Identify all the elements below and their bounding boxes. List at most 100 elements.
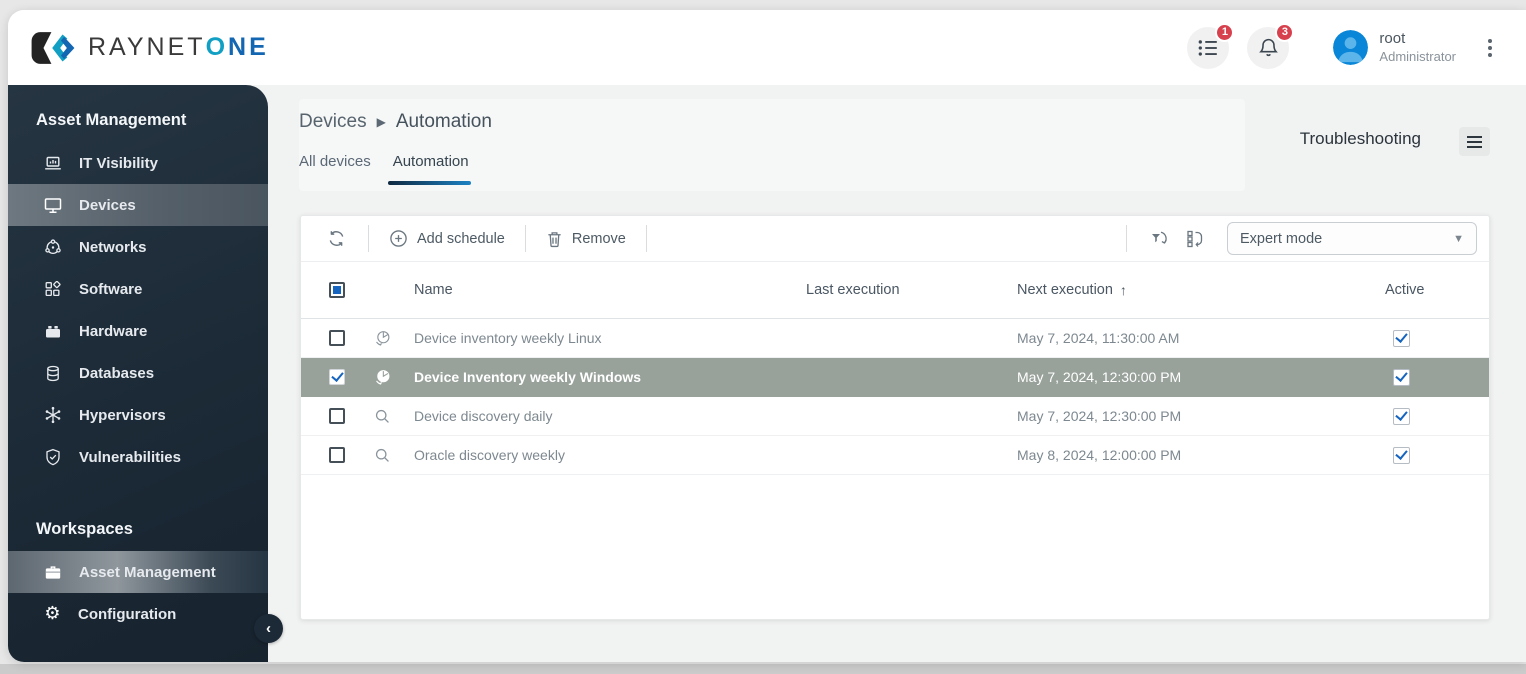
select-all-checkbox[interactable] bbox=[329, 282, 345, 298]
sidebar-item-it-visibility[interactable]: IT Visibility bbox=[8, 142, 268, 184]
chevron-left-icon: ‹ bbox=[266, 620, 271, 637]
toolbar-right: Expert mode ▼ bbox=[1112, 222, 1489, 255]
notification-count-badge: 3 bbox=[1275, 23, 1294, 42]
row-checkbox[interactable] bbox=[329, 369, 345, 385]
clear-grouping-button[interactable] bbox=[1177, 225, 1213, 253]
chevron-down-icon: ▼ bbox=[1453, 233, 1464, 245]
column-header-next-execution[interactable]: Next execution ↑ bbox=[1012, 282, 1380, 298]
notifications-button[interactable]: 3 bbox=[1247, 27, 1289, 69]
hamburger-icon bbox=[1467, 136, 1482, 138]
schedule-name: Device Inventory weekly Windows bbox=[403, 369, 801, 385]
row-checkbox[interactable] bbox=[329, 447, 345, 463]
network-icon bbox=[44, 239, 62, 256]
active-checkbox[interactable] bbox=[1393, 369, 1410, 386]
screen: RAYNETONE 1 3 bbox=[0, 0, 1526, 674]
column-header-active[interactable]: Active bbox=[1380, 282, 1489, 298]
plus-circle-icon bbox=[389, 229, 408, 248]
app-window: RAYNETONE 1 3 bbox=[8, 10, 1526, 662]
sidebar-item-configuration[interactable]: ⚙ Configuration bbox=[8, 593, 268, 635]
sidebar-item-hypervisors[interactable]: Hypervisors bbox=[8, 394, 268, 436]
tab-automation[interactable]: Automation bbox=[393, 153, 469, 182]
task-list-button[interactable]: 1 bbox=[1187, 27, 1229, 69]
clear-grouping-icon bbox=[1185, 229, 1205, 249]
user-menu[interactable]: root Administrator bbox=[1333, 30, 1456, 65]
sidebar-item-software[interactable]: Software bbox=[8, 268, 268, 310]
search-icon bbox=[374, 408, 391, 425]
table-row[interactable]: Device Inventory weekly Windows May 7, 2… bbox=[301, 358, 1489, 397]
software-icon bbox=[44, 281, 62, 298]
active-checkbox[interactable] bbox=[1393, 408, 1410, 425]
brand-name: RAYNETONE bbox=[88, 33, 269, 62]
row-checkbox[interactable] bbox=[329, 408, 345, 424]
sidebar-section-title: Asset Management bbox=[36, 111, 268, 130]
refresh-icon bbox=[327, 229, 346, 248]
remove-button[interactable]: Remove bbox=[540, 226, 632, 252]
table-header: Name Last execution Next execution ↑ Act… bbox=[301, 262, 1489, 319]
next-execution: May 8, 2024, 12:00:00 PM bbox=[1012, 447, 1380, 463]
active-checkbox[interactable] bbox=[1393, 330, 1410, 347]
schedule-name: Device inventory weekly Linux bbox=[403, 330, 801, 346]
sidebar-item-networks[interactable]: Networks bbox=[8, 226, 268, 268]
next-execution: May 7, 2024, 12:30:00 PM bbox=[1012, 369, 1380, 385]
sidebar-item-hardware[interactable]: Hardware bbox=[8, 310, 268, 352]
header-actions: 1 3 bbox=[1187, 27, 1498, 69]
bottom-edge-strip bbox=[0, 664, 1526, 674]
main-content: Devices ▶ Automation All devices Automat… bbox=[268, 85, 1526, 662]
sidebar-item-label: Software bbox=[79, 281, 142, 298]
breadcrumb-automation[interactable]: Automation bbox=[396, 111, 492, 133]
user-role: Administrator bbox=[1379, 49, 1456, 65]
sidebar-item-label: Asset Management bbox=[79, 564, 216, 581]
refresh-button[interactable] bbox=[319, 225, 354, 252]
sidebar-item-devices[interactable]: Devices bbox=[8, 184, 268, 226]
add-schedule-button[interactable]: Add schedule bbox=[383, 225, 511, 252]
overflow-menu-icon[interactable] bbox=[1482, 33, 1498, 63]
page-menu-button[interactable] bbox=[1459, 127, 1490, 156]
mode-select-value: Expert mode bbox=[1240, 231, 1322, 247]
column-header-last-execution[interactable]: Last execution bbox=[801, 282, 1012, 298]
sidebar-item-databases[interactable]: Databases bbox=[8, 352, 268, 394]
active-checkbox[interactable] bbox=[1393, 447, 1410, 464]
gear-icon: ⚙ bbox=[44, 605, 61, 623]
sidebar-item-label: Databases bbox=[79, 365, 154, 382]
clear-filter-icon bbox=[1149, 229, 1169, 249]
table-row[interactable]: Device inventory weekly Linux May 7, 202… bbox=[301, 319, 1489, 358]
next-execution: May 7, 2024, 12:30:00 PM bbox=[1012, 408, 1380, 424]
clear-filter-button[interactable] bbox=[1141, 225, 1177, 253]
sidebar-item-label: Networks bbox=[79, 239, 147, 256]
sidebar-collapse-button[interactable]: ‹ bbox=[254, 614, 283, 643]
table-row[interactable]: Oracle discovery weekly May 8, 2024, 12:… bbox=[301, 436, 1489, 475]
troubleshooting-link[interactable]: Troubleshooting bbox=[1300, 129, 1421, 149]
breadcrumb: Devices ▶ Automation bbox=[299, 111, 492, 133]
row-checkbox[interactable] bbox=[329, 330, 345, 346]
tab-all-devices[interactable]: All devices bbox=[299, 153, 371, 182]
schedule-name: Device discovery daily bbox=[403, 408, 801, 424]
breadcrumb-devices[interactable]: Devices bbox=[299, 111, 367, 133]
avatar bbox=[1333, 30, 1368, 65]
toolbar: Add schedule Remove bbox=[301, 216, 1489, 262]
task-list-icon bbox=[1197, 38, 1219, 58]
sidebar-section-title: Workspaces bbox=[36, 520, 268, 539]
sidebar-item-label: Devices bbox=[79, 197, 136, 214]
monitor-icon bbox=[44, 197, 62, 214]
column-header-name[interactable]: Name bbox=[403, 282, 801, 298]
raynet-logo-icon bbox=[30, 29, 76, 67]
app-header: RAYNETONE 1 3 bbox=[8, 10, 1526, 85]
tab-bar: All devices Automation bbox=[299, 153, 469, 182]
sidebar-item-vulnerabilities[interactable]: Vulnerabilities bbox=[8, 436, 268, 478]
hypervisor-icon bbox=[44, 406, 62, 424]
bell-icon bbox=[1258, 37, 1279, 58]
sort-ascending-icon: ↑ bbox=[1120, 282, 1127, 298]
briefcase-icon bbox=[44, 564, 62, 581]
inventory-schedule-icon bbox=[374, 369, 391, 386]
table-row[interactable]: Device discovery daily May 7, 2024, 12:3… bbox=[301, 397, 1489, 436]
trash-icon bbox=[546, 230, 563, 248]
active-tab-indicator bbox=[388, 181, 471, 185]
laptop-icon bbox=[44, 155, 62, 172]
next-execution: May 7, 2024, 11:30:00 AM bbox=[1012, 330, 1380, 346]
shield-check-icon bbox=[44, 448, 62, 466]
sidebar-item-label: Configuration bbox=[78, 606, 176, 623]
sidebar-item-asset-management-workspace[interactable]: Asset Management bbox=[8, 551, 268, 593]
sidebar: Asset Management IT Visibility Devices bbox=[8, 85, 268, 662]
mode-select[interactable]: Expert mode ▼ bbox=[1227, 222, 1477, 255]
task-count-badge: 1 bbox=[1215, 23, 1234, 42]
